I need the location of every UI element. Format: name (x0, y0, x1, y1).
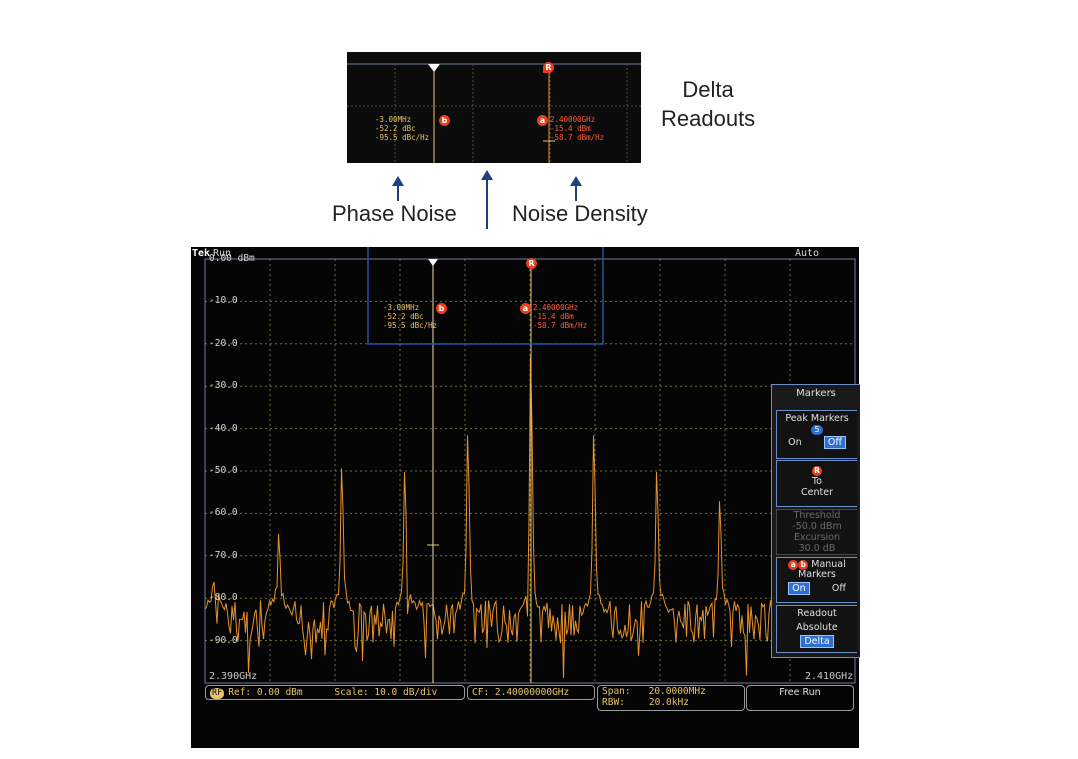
inset-marker-b-icon: b (439, 115, 450, 126)
marker-b-triangle-icon (428, 259, 438, 266)
center-freq: CF: 2.40000000GHz (472, 687, 570, 698)
marker-a-icon: a (788, 560, 799, 570)
zoomed-readout-inset: R -3.00MHz -52.2 dBc -95.5 dBc/Hz b a 2.… (347, 52, 641, 163)
y-axis-label: -20.0 (209, 337, 238, 349)
reference-marker-icon: R (812, 466, 822, 476)
threshold-label: Threshold (793, 510, 841, 521)
peak-count-badge: 5 (811, 425, 823, 435)
marker-r-icon: R (526, 258, 537, 269)
marker-a-icon: a (520, 303, 531, 314)
peak-on-option[interactable]: On (788, 437, 802, 448)
y-axis-label: -30.0 (209, 380, 238, 392)
readout-right: 2.40000GHz -15.4 dBm -58.7 dBm/Hz (533, 303, 588, 330)
inset-marker-a-icon: a (537, 115, 548, 126)
y-axis-label: -50.0 (209, 465, 238, 476)
x-start-label: 2.390GHz (209, 671, 258, 682)
peak-off-option[interactable]: Off (823, 436, 846, 449)
trigger-box[interactable]: Free Run (746, 685, 854, 711)
x-end-label: 2.410GHz (805, 671, 854, 682)
peak-markers-label: Peak Markers (785, 413, 849, 424)
threshold-excursion-button: Threshold -50.0 dBm Excursion 30.0 dB (776, 509, 857, 555)
vertical-scale: Scale: 10.0 dB/div (334, 687, 438, 698)
span-value: 20.0000MHz (648, 686, 706, 697)
y-axis-label: -60.0 (209, 507, 238, 519)
phase-noise-label: Phase Noise (332, 201, 457, 226)
spectrum-plot[interactable] (191, 247, 859, 748)
readout-absolute-option[interactable]: Absolute (777, 621, 857, 635)
noise-density-label: Noise Density (512, 201, 648, 226)
manual-markers-label: Markers (798, 569, 836, 580)
inset-grid (347, 63, 641, 163)
manual-off-option[interactable]: Off (832, 583, 846, 594)
readout-label: Readout (797, 608, 837, 619)
manual-on-option[interactable]: On (788, 582, 810, 595)
y-axis-label: -80.0 (209, 592, 238, 604)
inset-marker-r-icon: R (543, 62, 554, 73)
readout-left: -3.00MHz -52.2 dBc -95.5 dBc/Hz (383, 303, 438, 330)
rbw-label: RBW: (602, 697, 625, 708)
spectrum-display: Tek Run Auto R -3.00MHz -52.2 dBc -95.5 … (191, 247, 859, 748)
delta-readouts-label: Delta Readouts (661, 77, 756, 131)
rbw-value: 20.0kHz (648, 697, 689, 708)
y-axis-label: -40.0 (209, 422, 238, 434)
readout-button[interactable]: Readout Absolute Delta (776, 605, 857, 653)
ref-scale-box[interactable]: RF Ref: 0.00 dBm Scale: 10.0 dB/div (205, 685, 465, 700)
trigger-mode: Auto (795, 248, 820, 259)
rf-badge: RF (210, 688, 225, 699)
to-center-label: To Center (801, 476, 833, 498)
y-axis-label: -10.0 (209, 295, 238, 307)
threshold-value: -50.0 dBm (792, 521, 842, 532)
y-axis-label: 0.00 dBm (209, 253, 255, 264)
span-label: Span: (602, 686, 631, 697)
peak-markers-button[interactable]: Peak Markers 5 On Off (776, 410, 857, 459)
free-run: Free Run (779, 687, 821, 698)
manual-markers-button[interactable]: ab Manual Markers On Off (776, 557, 857, 603)
markers-menu-title: Markers (796, 388, 836, 399)
y-axis-label: -70.0 (209, 549, 238, 561)
inset-readout-left: -3.00MHz -52.2 dBc -95.5 dBc/Hz (375, 115, 430, 142)
excursion-label: Excursion (793, 532, 841, 543)
to-center-button[interactable]: R To Center (776, 460, 857, 507)
marker-b-icon: b (436, 303, 447, 314)
y-axis-label: -90.0 (209, 634, 238, 646)
readout-delta-option[interactable]: Delta (800, 635, 834, 648)
inset-readout-right: 2.40000GHz -15.4 dBm -58.7 dBm/Hz (550, 115, 605, 142)
excursion-value: 30.0 dB (798, 543, 836, 554)
ref-level: Ref: 0.00 dBm (228, 687, 303, 698)
marker-b-triangle-icon (428, 64, 440, 72)
tek-logo: Tek (192, 248, 211, 259)
span-rbw-box[interactable]: Span: 20.0000MHz RBW: 20.0kHz (597, 685, 745, 711)
center-freq-box[interactable]: CF: 2.40000000GHz (467, 685, 595, 700)
markers-menu: Markers Peak Markers 5 On Off R To Cente… (771, 384, 860, 658)
